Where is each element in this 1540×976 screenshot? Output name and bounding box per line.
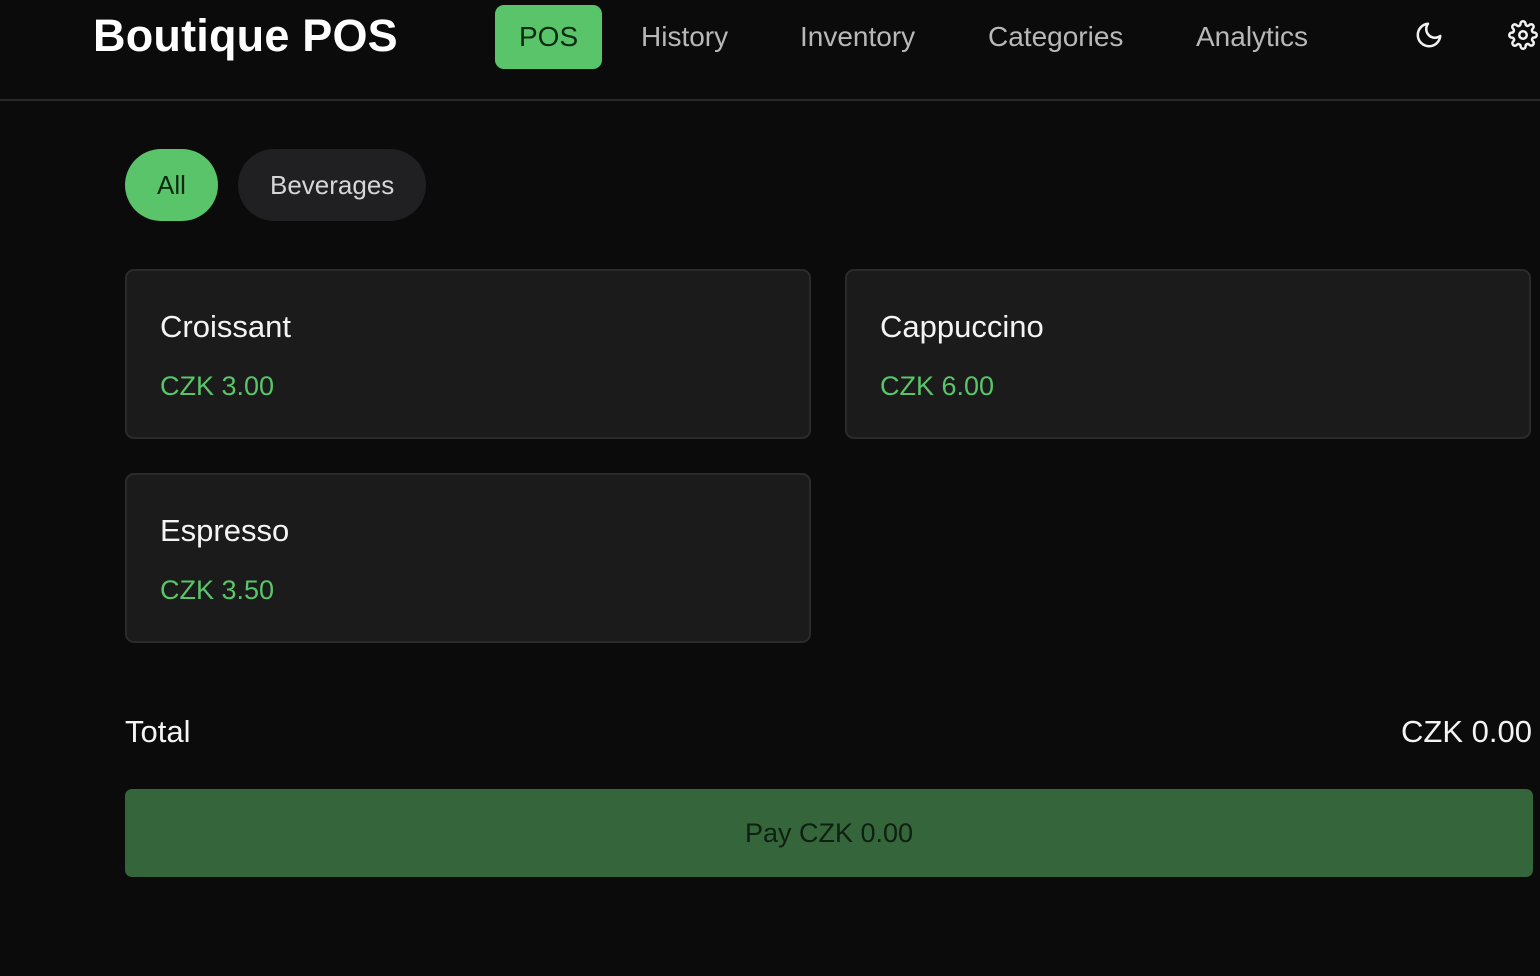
category-chip-all[interactable]: All <box>125 149 218 221</box>
product-name: Espresso <box>160 513 290 548</box>
app-title: Boutique POS <box>93 10 398 61</box>
product-card-espresso[interactable]: Espresso CZK 3.50 <box>125 473 811 643</box>
product-price: CZK 3.00 <box>160 371 275 401</box>
product-name: Cappuccino <box>880 309 1044 344</box>
total-value: CZK 0.00 <box>1401 714 1532 749</box>
app-root: Boutique POS POS History Inventory Categ… <box>0 0 1540 976</box>
pay-button[interactable]: Pay CZK 0.00 <box>125 789 1533 877</box>
tab-analytics[interactable]: Analytics <box>1196 5 1308 69</box>
top-header: Boutique POS POS History Inventory Categ… <box>0 0 1540 101</box>
product-name: Croissant <box>160 309 291 344</box>
tab-history[interactable]: History <box>641 5 728 69</box>
gear-icon[interactable] <box>1506 18 1540 52</box>
product-card-croissant[interactable]: Croissant CZK 3.00 <box>125 269 811 439</box>
moon-icon[interactable] <box>1412 18 1446 52</box>
tab-categories[interactable]: Categories <box>988 5 1123 69</box>
total-label: Total <box>125 714 191 749</box>
tab-pos[interactable]: POS <box>495 5 603 69</box>
pay-button-label: Pay CZK 0.00 <box>744 817 914 848</box>
category-chip-beverages[interactable]: Beverages <box>238 149 427 221</box>
product-card-cappuccino[interactable]: Cappuccino CZK 6.00 <box>845 269 1531 439</box>
tab-inventory[interactable]: Inventory <box>800 5 915 69</box>
product-price: CZK 3.50 <box>160 575 275 605</box>
product-price: CZK 6.00 <box>880 371 995 401</box>
